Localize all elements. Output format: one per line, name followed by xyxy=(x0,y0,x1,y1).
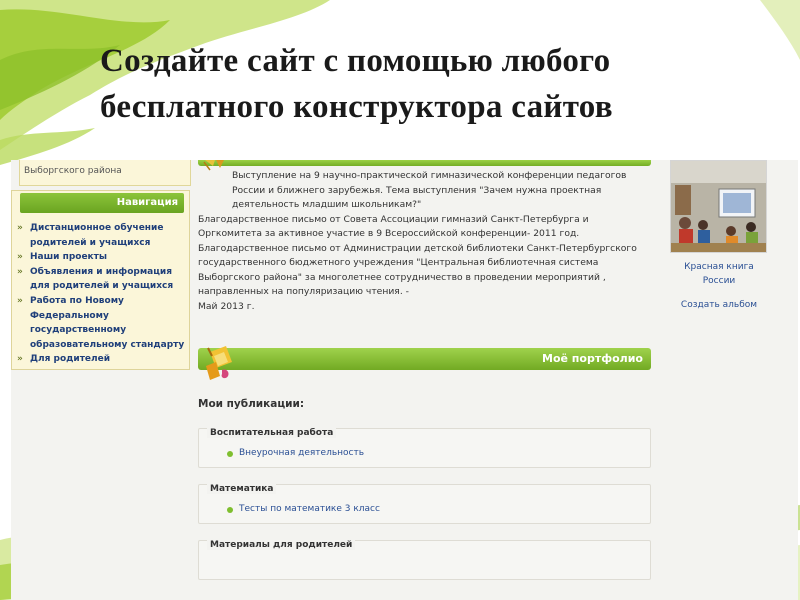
nav-item-announcements[interactable]: » Объявления и информация для родителей и… xyxy=(16,265,190,294)
publication-category-box: Материалы для родителей xyxy=(198,540,651,580)
news-text: Выступление на 9 научно-практической гим… xyxy=(198,169,650,314)
album-cover-image[interactable] xyxy=(670,160,767,253)
website-screenshot: Выборгского района Навигация » Дистанцион… xyxy=(11,160,798,600)
publication-category-title: Воспитательная работа xyxy=(207,428,337,438)
album-name-line-2: России xyxy=(702,276,736,286)
bullet-icon xyxy=(227,507,233,513)
slide-title: Создайте сайт с помощью любого бесплатно… xyxy=(100,38,780,130)
main-content: Выступление на 9 научно-практической гим… xyxy=(198,160,651,600)
news-paragraph-3: Благодарственное письмо от Администрации… xyxy=(198,242,637,298)
district-box: Выборгского района xyxy=(19,160,191,186)
nav-item-projects[interactable]: » Наши проекты xyxy=(16,250,190,265)
create-album-link[interactable]: Создать альбом xyxy=(669,300,769,310)
news-header-bar xyxy=(198,160,651,166)
classroom-photo-icon xyxy=(671,161,766,252)
publication-category-title: Материалы для родителей xyxy=(207,540,356,550)
nav-item-fgos[interactable]: » Работа по Новому Федеральному государст… xyxy=(16,294,190,352)
navigation-header: Навигация xyxy=(20,193,184,213)
publication-link[interactable]: Тесты по математике 3 класс xyxy=(227,504,380,514)
publication-category-box: Математика Тесты по математике 3 класс xyxy=(198,484,651,524)
bullet-icon: » xyxy=(17,354,23,365)
nav-item-label: Дистанционное обучение родителей и учащи… xyxy=(30,223,164,248)
nav-item-label: Наши проекты xyxy=(30,252,108,263)
news-paragraph-2: Благодарственное письмо от Совета Ассоци… xyxy=(198,213,589,240)
nav-item-parents[interactable]: » Для родителей xyxy=(16,352,190,367)
bullet-icon xyxy=(227,451,233,457)
publication-link[interactable]: Внеурочная деятельность xyxy=(227,448,365,458)
portfolio-header-bar: Моё портфолио xyxy=(198,348,651,370)
bullet-icon: » xyxy=(17,266,23,277)
photo-album: Красная книга России Создать альбом xyxy=(669,160,798,360)
album-name-line-1: Красная книга xyxy=(684,262,754,272)
slide-title-line-2: бесплатного конструктора сайтов xyxy=(100,89,613,125)
news-paragraph-1: Выступление на 9 научно-практической гим… xyxy=(232,170,627,210)
album-name-link[interactable]: Красная книга России xyxy=(669,260,769,288)
portfolio-title: Моё портфолио xyxy=(542,352,643,365)
bullet-icon: » xyxy=(17,295,23,306)
publications-heading: Мои публикации: xyxy=(198,398,305,410)
navigation-panel: Навигация » Дистанционное обучение родите… xyxy=(11,190,190,370)
publication-category-title: Математика xyxy=(207,484,277,494)
publication-category-box: Воспитательная работа Внеурочная деятель… xyxy=(198,428,651,468)
sidebar: Выборгского района Навигация » Дистанцион… xyxy=(11,160,194,370)
navigation-list: » Дистанционное обучение родителей и учащ… xyxy=(16,221,190,367)
bullet-icon: » xyxy=(17,223,23,233)
portfolio-icon xyxy=(206,346,232,380)
news-date: Май 2013 г. xyxy=(198,300,255,312)
nav-item-label: Работа по Новому Федеральному государств… xyxy=(30,295,185,350)
publication-link-label: Внеурочная деятельность xyxy=(239,448,365,458)
slide-title-line-1: Создайте сайт с помощью любого xyxy=(100,43,611,79)
nav-item-label: Объявления и информация для родителей и … xyxy=(30,266,174,292)
publication-link-label: Тесты по математике 3 класс xyxy=(239,504,380,514)
bullet-icon: » xyxy=(17,252,23,263)
nav-item-label: Для родителей xyxy=(30,354,111,365)
nav-item-distance-learning[interactable]: » Дистанционное обучение родителей и учащ… xyxy=(16,221,190,250)
